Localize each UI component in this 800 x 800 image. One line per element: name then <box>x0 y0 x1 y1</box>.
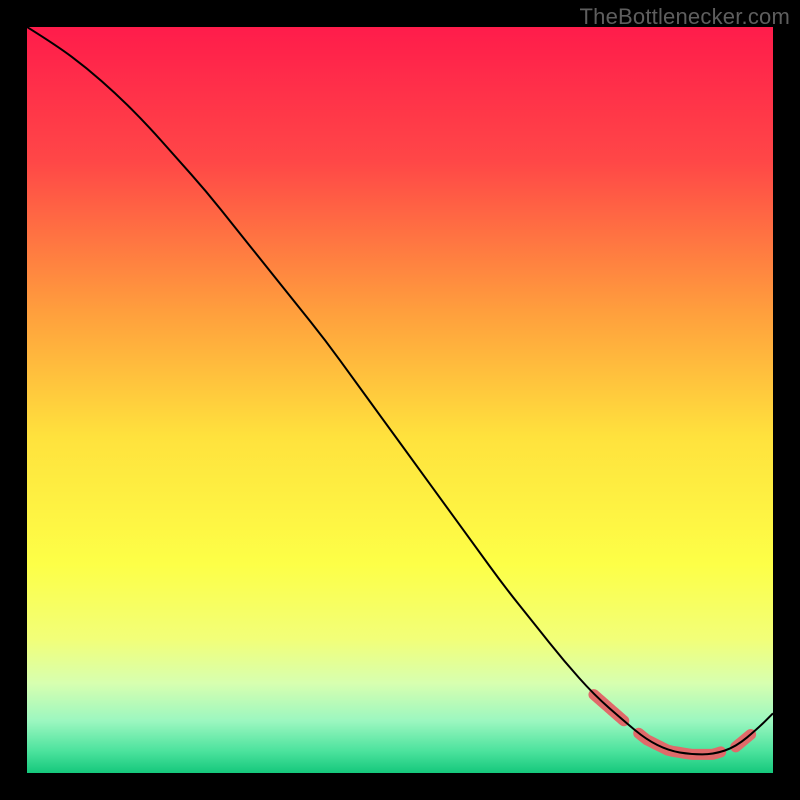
chart-stage: TheBottlenecker.com <box>0 0 800 800</box>
plot-area <box>27 27 773 773</box>
chart-svg <box>27 27 773 773</box>
gradient-background <box>27 27 773 773</box>
